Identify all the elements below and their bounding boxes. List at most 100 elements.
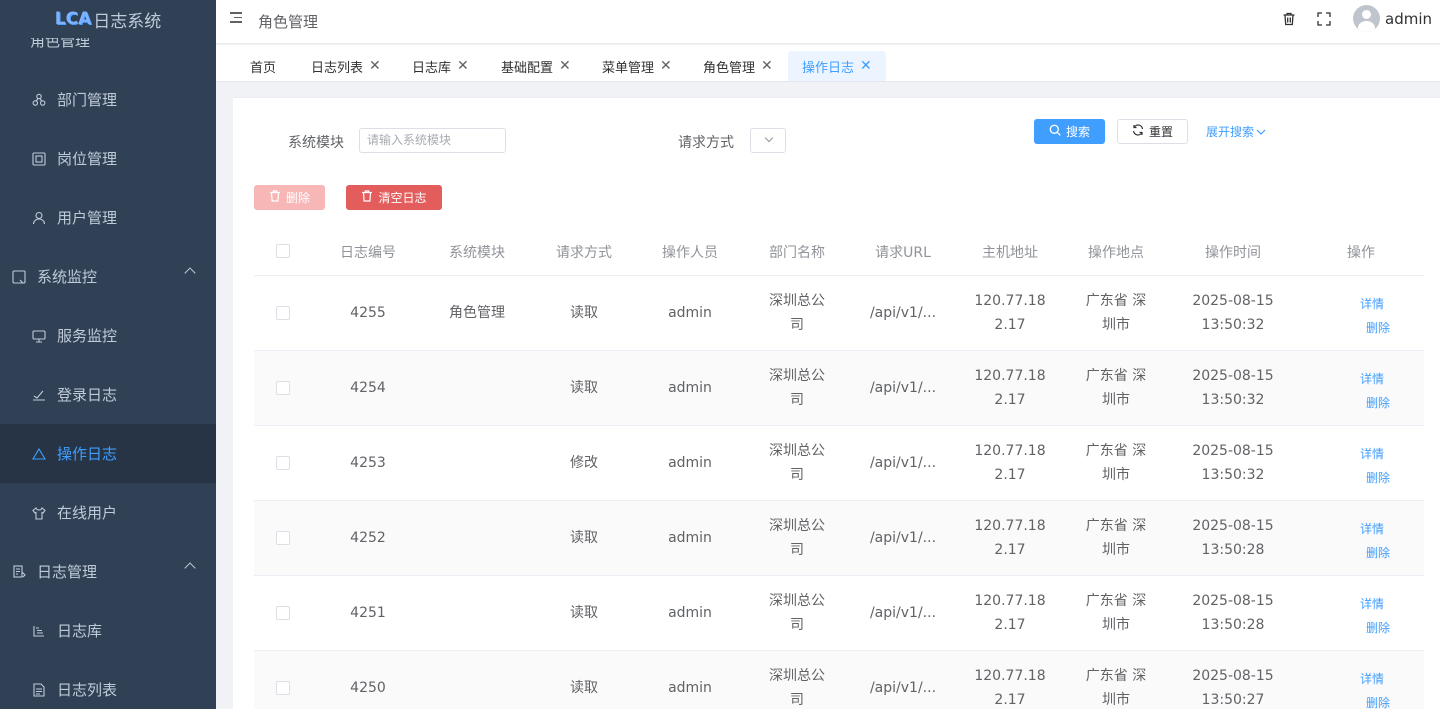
sidebar-item-post[interactable]: 岗位管理	[0, 129, 216, 188]
cell-time: 2025-08-15 13:50:28	[1192, 518, 1274, 558]
table-row[interactable]: 4251 读取 admin 深圳总公司 /api/v1/... 120.77.1…	[254, 576, 1424, 651]
delete-link[interactable]: 删除	[1366, 394, 1390, 411]
close-icon[interactable]: ✕	[457, 58, 469, 74]
tag-label: 基础配置	[501, 60, 554, 76]
table-row[interactable]: 4253 修改 admin 深圳总公司 /api/v1/... 120.77.1…	[254, 426, 1424, 501]
cell-method: 修改	[570, 455, 598, 471]
cell-dept: 深圳总公司	[769, 518, 825, 558]
logo-text: 日志系统	[93, 11, 162, 32]
refresh-icon	[1132, 124, 1144, 139]
tag-config[interactable]: 基础配置 ✕	[487, 51, 585, 81]
module-input[interactable]: 请输入系统模块	[359, 128, 506, 153]
breadcrumb[interactable]: 角色管理	[258, 11, 318, 32]
table-row[interactable]: 4255 角色管理 读取 admin 深圳总公司 /api/v1/... 120…	[254, 276, 1424, 351]
log-icon	[12, 564, 26, 579]
tag-loglist[interactable]: 日志列表 ✕	[297, 51, 395, 81]
table-row[interactable]: 4250 读取 admin 深圳总公司 /api/v1/... 120.77.1…	[254, 651, 1424, 709]
delete-link[interactable]: 删除	[1366, 469, 1390, 486]
search-icon	[1049, 124, 1061, 139]
table-row[interactable]: 4254 读取 admin 深圳总公司 /api/v1/... 120.77.1…	[254, 351, 1424, 426]
cell-location: 广东省 深圳市	[1085, 443, 1147, 483]
tag-menu[interactable]: 菜单管理 ✕	[588, 51, 686, 81]
sidebar-group-monitor[interactable]: 系统监控	[0, 247, 216, 306]
cell-dept: 深圳总公司	[769, 443, 825, 483]
sidebar-item-online[interactable]: 在线用户	[0, 483, 216, 542]
close-icon[interactable]: ✕	[369, 58, 381, 74]
sidebar-item-server[interactable]: 服务监控	[0, 306, 216, 365]
logininfor-icon	[32, 388, 46, 402]
reset-button-label: 重置	[1148, 125, 1173, 139]
clear-log-button[interactable]: 清空日志	[346, 185, 442, 210]
close-icon[interactable]: ✕	[559, 58, 571, 74]
delete-link[interactable]: 删除	[1366, 619, 1390, 636]
expand-search-link[interactable]: 展开搜索	[1203, 119, 1269, 144]
cell-method: 读取	[570, 680, 598, 696]
tag-role[interactable]: 角色管理 ✕	[689, 51, 787, 81]
detail-link[interactable]: 详情	[1360, 370, 1384, 387]
detail-link[interactable]: 详情	[1360, 295, 1384, 312]
method-select[interactable]	[750, 128, 786, 153]
tag-home[interactable]: 首页	[236, 51, 290, 81]
username[interactable]: admin	[1385, 10, 1432, 28]
expand-search-label: 展开搜索	[1205, 125, 1254, 139]
cell-host: 120.77.18 2.17	[974, 368, 1046, 408]
row-checkbox[interactable]	[276, 381, 290, 395]
hamburger-icon[interactable]	[230, 12, 244, 26]
tag-loglibrary[interactable]: 日志库 ✕	[398, 51, 483, 81]
main-content: 系统模块 请输入系统模块 请求方式 搜索 重置 展开搜索 删除 清空日志 日志编…	[233, 97, 1440, 709]
cell-id: 4253	[350, 455, 386, 471]
cell-time: 2025-08-15 13:50:28	[1192, 593, 1274, 633]
sidebar-item-label: 登录日志	[57, 386, 118, 404]
row-checkbox[interactable]	[276, 681, 290, 695]
delete-button[interactable]: 删除	[254, 185, 325, 210]
close-icon[interactable]: ✕	[860, 58, 872, 74]
trash-icon[interactable]	[1282, 12, 1298, 28]
sidebar-item-dept[interactable]: 部门管理	[0, 70, 216, 129]
table-header: 日志编号 系统模块 请求方式 操作人员 部门名称 请求URL 主机地址 操作地点…	[254, 226, 1424, 276]
sidebar-item-label: 用户管理	[57, 209, 118, 227]
detail-link[interactable]: 详情	[1360, 520, 1384, 537]
cell-operator: admin	[668, 530, 712, 546]
cell-id: 4250	[350, 680, 386, 696]
close-icon[interactable]: ✕	[660, 58, 672, 74]
sidebar-item-label: 日志库	[57, 622, 103, 640]
cell-dept: 深圳总公司	[769, 293, 825, 333]
avatar[interactable]	[1353, 5, 1380, 32]
detail-link[interactable]: 详情	[1360, 595, 1384, 612]
sidebar-item-loglist[interactable]: 日志列表	[0, 660, 216, 709]
delete-link[interactable]: 删除	[1366, 319, 1390, 336]
module-label: 系统模块	[288, 135, 344, 151]
row-checkbox[interactable]	[276, 306, 290, 320]
row-checkbox[interactable]	[276, 456, 290, 470]
detail-link[interactable]: 详情	[1360, 445, 1384, 462]
cell-host: 120.77.18 2.17	[974, 443, 1046, 483]
row-checkbox[interactable]	[276, 531, 290, 545]
col-header: 请求URL	[875, 245, 931, 261]
table-row[interactable]: 4252 读取 admin 深圳总公司 /api/v1/... 120.77.1…	[254, 501, 1424, 576]
cell-location: 广东省 深圳市	[1085, 518, 1147, 558]
reset-button[interactable]: 重置	[1117, 119, 1188, 144]
sidebar-item-logininfor[interactable]: 登录日志	[0, 365, 216, 424]
sidebar-item-operlog[interactable]: 操作日志	[0, 424, 216, 483]
fullscreen-icon[interactable]	[1317, 12, 1333, 28]
sidebar-group-log[interactable]: 日志管理	[0, 542, 216, 601]
close-icon[interactable]: ✕	[761, 58, 773, 74]
row-checkbox[interactable]	[276, 606, 290, 620]
tag-operlog[interactable]: 操作日志 ✕	[788, 51, 886, 81]
select-all-checkbox[interactable]	[276, 244, 290, 258]
library-icon	[32, 624, 46, 638]
delete-link[interactable]: 删除	[1366, 544, 1390, 561]
cell-operator: admin	[668, 680, 712, 696]
top-navbar: 角色管理 admin	[216, 0, 1440, 44]
logo-mark: LCA	[54, 9, 92, 29]
detail-link[interactable]: 详情	[1360, 670, 1384, 687]
search-button[interactable]: 搜索	[1034, 119, 1105, 144]
app-logo[interactable]: LCA 日志系统	[0, 0, 216, 38]
cell-location: 广东省 深圳市	[1085, 293, 1147, 333]
chevron-up-icon	[184, 562, 196, 574]
delete-link[interactable]: 删除	[1366, 694, 1390, 709]
cell-url: /api/v1/...	[869, 305, 937, 321]
sidebar-item-user[interactable]: 用户管理	[0, 188, 216, 247]
sidebar-item-library[interactable]: 日志库	[0, 601, 216, 660]
cell-location: 广东省 深圳市	[1085, 593, 1147, 633]
